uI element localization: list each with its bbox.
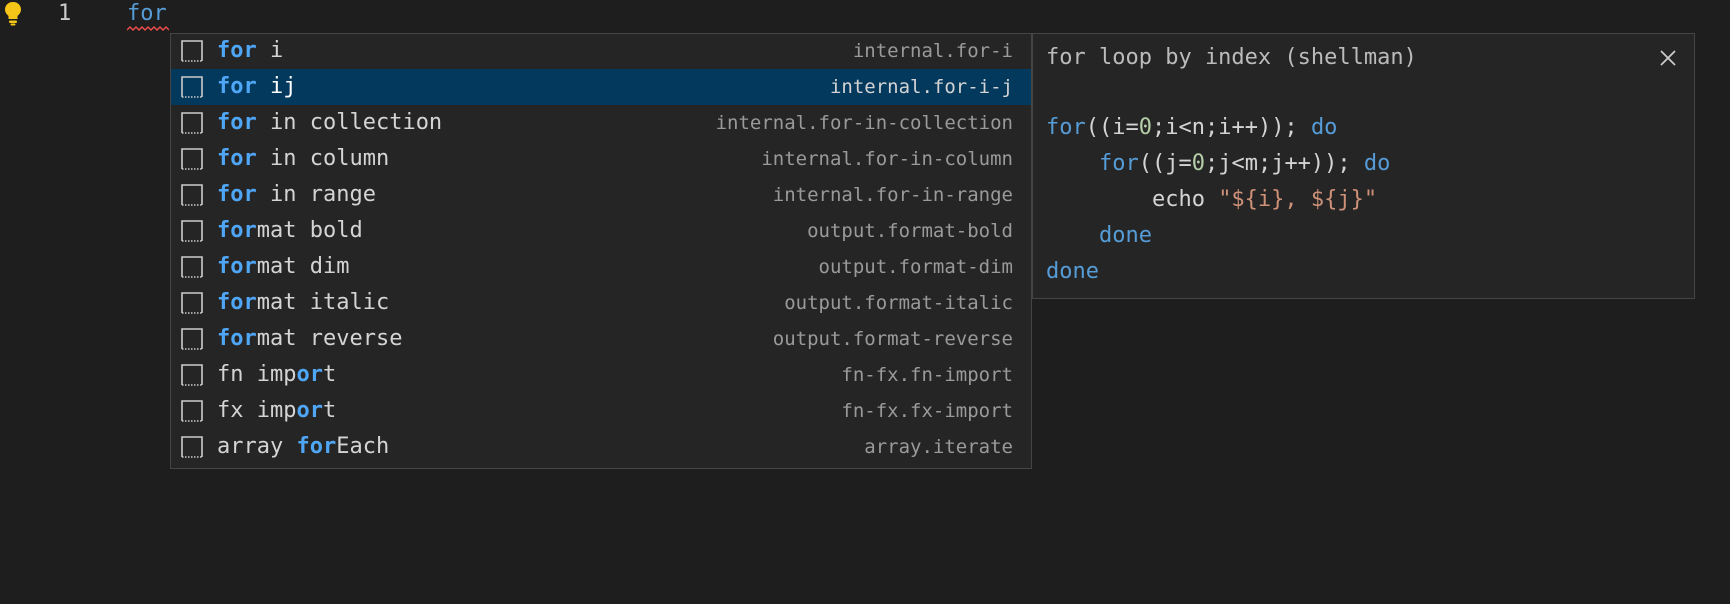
suggestion-label: fx import	[217, 398, 337, 423]
code-line: done	[1098, 223, 1152, 248]
lightbulb-icon[interactable]	[2, 0, 24, 26]
snippet-icon	[181, 148, 203, 170]
suggestion-label: format dim	[217, 254, 350, 279]
suggestion-item[interactable]: fx import fn-fx.fx-import	[171, 393, 1031, 429]
suggestion-item[interactable]: for i internal.for-i	[171, 33, 1031, 69]
code-line: echo "${i}, ${j}"	[1046, 187, 1378, 212]
suggestion-label: fn import	[217, 362, 337, 387]
error-squiggle	[127, 26, 169, 31]
details-code-snippet: for((i=0;i<n;i++)); do for((j=0;j<m;j++)…	[1046, 110, 1390, 290]
suggestion-item[interactable]: for ij internal.for-i-j	[171, 69, 1031, 105]
code-line: for((j=0;j<m;j++)); do	[1098, 151, 1391, 176]
suggestion-item[interactable]: for in range internal.for-in-range	[171, 177, 1031, 213]
suggestion-item[interactable]: fn import fn-fx.fn-import	[171, 357, 1031, 393]
suggestion-detail: fn-fx.fx-import	[841, 400, 1013, 422]
suggestion-item[interactable]: for in column internal.for-in-column	[171, 141, 1031, 177]
snippet-icon	[181, 328, 203, 350]
snippet-icon	[181, 40, 203, 62]
suggestion-detail: output.format-dim	[818, 256, 1013, 278]
editor-line[interactable]: 1 for	[0, 0, 1730, 31]
snippet-icon	[181, 364, 203, 386]
snippet-icon	[181, 400, 203, 422]
suggestion-label: for ij	[217, 74, 297, 99]
suggestion-detail: internal.for-i	[852, 40, 1013, 62]
suggestion-label: for in column	[217, 146, 390, 171]
suggestion-label: for in collection	[217, 110, 443, 135]
suggestion-item[interactable]: for in collection internal.for-in-collect…	[171, 105, 1031, 141]
suggestion-detail: array.iterate	[864, 436, 1013, 458]
suggestion-detail: internal.for-i-j	[829, 76, 1013, 98]
suggestion-label: format italic	[217, 290, 390, 315]
suggestion-label: for i	[217, 38, 284, 63]
snippet-icon	[181, 112, 203, 134]
code-text[interactable]: for	[127, 0, 167, 28]
snippet-icon	[181, 76, 203, 98]
snippet-icon	[181, 292, 203, 314]
suggestion-detail: fn-fx.fn-import	[841, 364, 1013, 386]
suggestion-label: array forEach	[217, 434, 390, 459]
code-line: for((i=0;i<n;i++)); do	[1046, 115, 1338, 140]
details-title: for loop by index (shellman)	[1046, 45, 1417, 70]
suggestion-details-panel: for loop by index (shellman) for((i=0;i<…	[1032, 33, 1695, 299]
suggestion-item[interactable]: format reverse output.format-reverse	[171, 321, 1031, 357]
suggestion-label: format reverse	[217, 326, 403, 351]
snippet-icon	[181, 220, 203, 242]
code-line: done	[1046, 259, 1099, 284]
suggestion-detail: output.format-reverse	[772, 328, 1013, 350]
snippet-icon	[181, 436, 203, 458]
suggestion-widget[interactable]: for i internal.for-i for ij internal.for-i-…	[170, 33, 1032, 469]
suggestion-item[interactable]: format bold output.format-bold	[171, 213, 1031, 249]
snippet-icon	[181, 256, 203, 278]
suggestion-detail: internal.for-in-collection	[715, 112, 1013, 134]
suggestion-label: format bold	[217, 218, 363, 243]
close-icon[interactable]	[1654, 44, 1682, 72]
suggestion-detail: internal.for-in-column	[761, 148, 1013, 170]
suggestion-detail: internal.for-in-range	[772, 184, 1013, 206]
suggestion-detail: output.format-bold	[807, 220, 1013, 242]
line-number: 1	[58, 1, 72, 26]
suggestion-detail: output.format-italic	[784, 292, 1013, 314]
suggestion-item[interactable]: format dim output.format-dim	[171, 249, 1031, 285]
suggestion-item[interactable]: array forEach array.iterate	[171, 429, 1031, 465]
suggestion-item[interactable]: format italic output.format-italic	[171, 285, 1031, 321]
snippet-icon	[181, 184, 203, 206]
suggestion-label: for in range	[217, 182, 376, 207]
